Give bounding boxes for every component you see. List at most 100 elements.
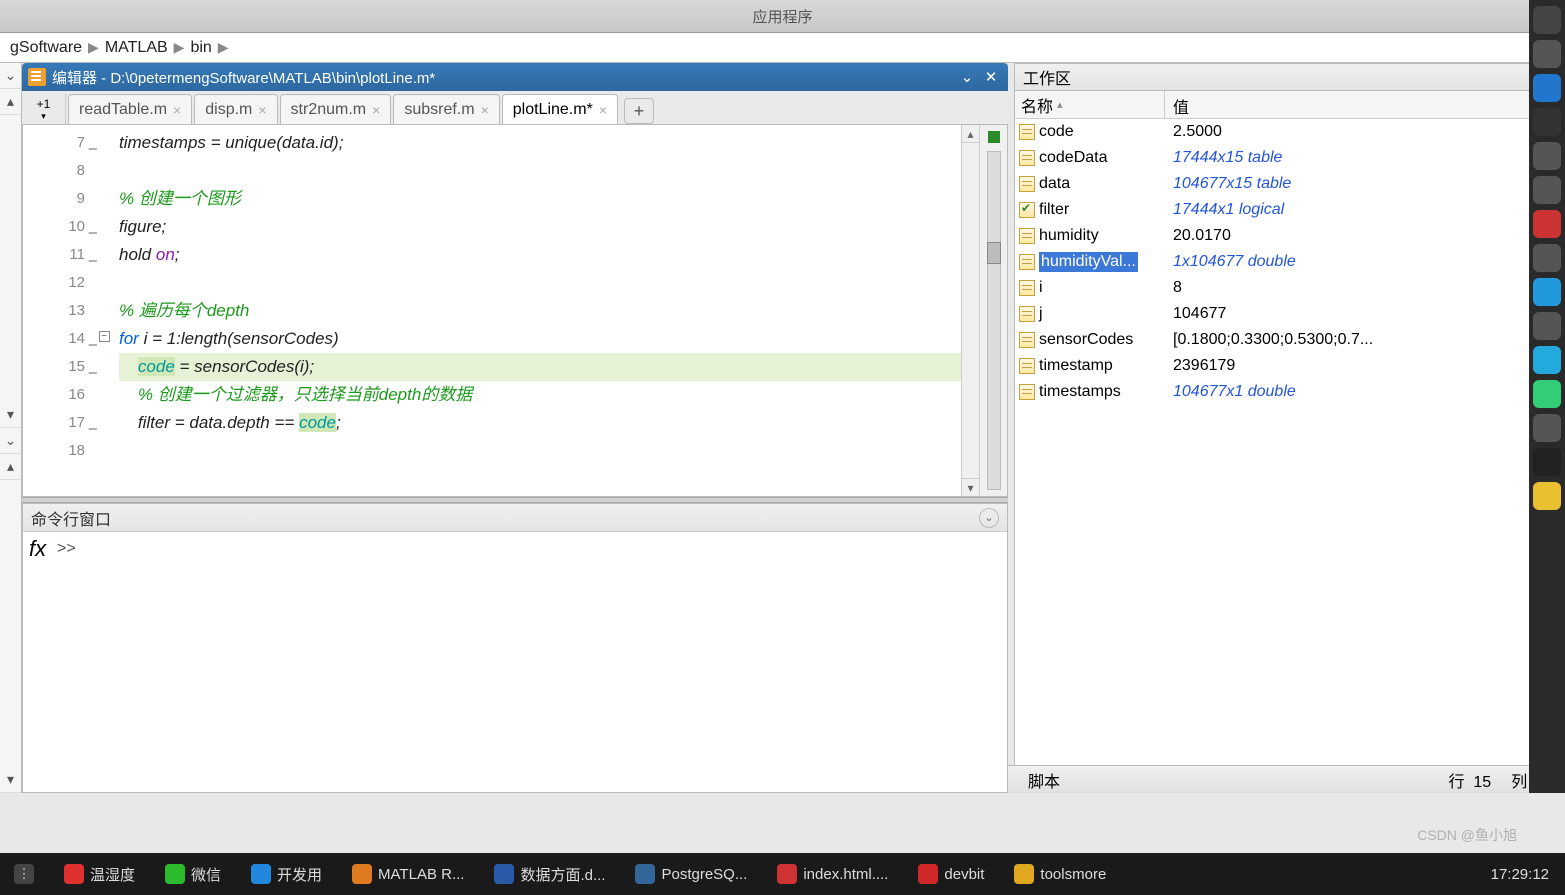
workspace-row[interactable]: code2.5000: [1015, 119, 1564, 145]
dock-app-icon[interactable]: [1533, 176, 1561, 204]
code-line[interactable]: % 创建一个图形: [119, 185, 961, 213]
breadcrumb-item[interactable]: MATLAB: [101, 39, 172, 57]
breadcrumb-item[interactable]: gSoftware: [6, 39, 86, 57]
dock-app-icon[interactable]: [1533, 414, 1561, 442]
dock-app-icon[interactable]: [1533, 108, 1561, 136]
scroll-down-icon[interactable]: ▾: [962, 478, 979, 496]
dropdown-icon[interactable]: ⌄: [956, 66, 978, 88]
code-line[interactable]: % 遍历每个depth: [119, 297, 961, 325]
spine-down-icon[interactable]: ▾: [0, 767, 21, 793]
close-icon[interactable]: ×: [173, 102, 181, 118]
spine-down-icon[interactable]: ▾: [0, 402, 21, 428]
spine-up-icon[interactable]: ▴: [0, 89, 21, 115]
code-line[interactable]: figure;: [119, 213, 961, 241]
workspace-row[interactable]: humidityVal...1x104677 double: [1015, 249, 1564, 275]
workspace-row[interactable]: filter17444x1 logical: [1015, 197, 1564, 223]
line-number: 7–: [23, 129, 85, 157]
taskbar-start[interactable]: ⋮: [4, 856, 44, 892]
taskbar-item[interactable]: toolsmore: [1004, 856, 1116, 892]
code-line[interactable]: [119, 157, 961, 185]
workspace-table[interactable]: 名称▴ 值 code2.5000codeData17444x15 tableda…: [1014, 91, 1565, 793]
code-line[interactable]: for i = 1:length(sensorCodes): [119, 325, 961, 353]
col-value[interactable]: 值: [1165, 91, 1564, 118]
taskbar-item[interactable]: 数据方面.d...: [484, 856, 615, 892]
dock-app-icon[interactable]: [1533, 346, 1561, 374]
bookmark-toggle[interactable]: +1 ▾: [22, 94, 66, 124]
workspace-row[interactable]: sensorCodes[0.1800;0.3300;0.5300;0.7...: [1015, 327, 1564, 353]
spine-dropdown-icon[interactable]: ⌄: [0, 428, 21, 454]
dock-app-icon[interactable]: [1533, 380, 1561, 408]
taskbar[interactable]: ⋮ 温湿度微信开发用 MATLAB R... 数据方面.d... PostgreSQ.…: [0, 853, 1565, 895]
variable-value: 8: [1165, 279, 1564, 297]
spine-dropdown-icon[interactable]: ⌄: [0, 63, 21, 89]
code-line[interactable]: filter = data.depth == code;: [119, 409, 961, 437]
scroll-up-icon[interactable]: ▴: [962, 125, 979, 143]
code-line[interactable]: code = sensorCodes(i);: [119, 353, 961, 381]
workspace-table-header[interactable]: 名称▴ 值: [1015, 91, 1564, 119]
close-icon[interactable]: ×: [258, 102, 266, 118]
variable-icon: [1019, 306, 1035, 322]
workspace-row[interactable]: i8: [1015, 275, 1564, 301]
editor-tab[interactable]: plotLine.m*×: [502, 94, 618, 124]
dropdown-icon[interactable]: ⌄: [979, 508, 999, 528]
code-line[interactable]: timestamps = unique(data.id);: [119, 129, 961, 157]
editor-icon: [28, 68, 46, 86]
close-icon[interactable]: ×: [599, 102, 607, 118]
minimap-thumb[interactable]: [987, 242, 1001, 264]
taskbar-item[interactable]: MATLAB R...: [342, 856, 474, 892]
command-prompt[interactable]: >>: [53, 532, 1007, 792]
code-line[interactable]: [119, 437, 961, 465]
code-area[interactable]: timestamps = unique(data.id); % 创建一个图形fig…: [115, 125, 961, 496]
code-minimap[interactable]: [979, 125, 1007, 496]
dock-app-icon[interactable]: [1533, 6, 1561, 34]
editor-tab[interactable]: subsref.m×: [393, 94, 499, 124]
close-icon[interactable]: ×: [481, 102, 489, 118]
taskbar-item[interactable]: 微信: [155, 856, 231, 892]
spine-up-icon[interactable]: ▴: [0, 454, 21, 480]
right-dock[interactable]: [1529, 0, 1565, 793]
command-window-header[interactable]: 命令行窗口 ⌄: [23, 504, 1007, 532]
dock-app-icon[interactable]: [1533, 482, 1561, 510]
code-line[interactable]: [119, 269, 961, 297]
editor-tab[interactable]: readTable.m×: [68, 94, 192, 124]
col-name[interactable]: 名称▴: [1015, 91, 1165, 118]
taskbar-item[interactable]: devbit: [908, 856, 994, 892]
close-icon[interactable]: ✕: [980, 66, 1002, 88]
close-icon[interactable]: ×: [372, 102, 380, 118]
dock-app-icon[interactable]: [1533, 210, 1561, 238]
variable-name: timestamp: [1039, 357, 1113, 375]
editor-titlebar[interactable]: 编辑器 - D:\0petermengSoftware\MATLAB\bin\p…: [22, 63, 1008, 91]
editor-tab[interactable]: disp.m×: [194, 94, 277, 124]
taskbar-item[interactable]: PostgreSQ...: [625, 856, 757, 892]
dock-app-icon[interactable]: [1533, 244, 1561, 272]
fold-toggle-icon[interactable]: −: [99, 331, 110, 342]
dock-app-icon[interactable]: [1533, 278, 1561, 306]
variable-name: sensorCodes: [1039, 331, 1133, 349]
dock-app-icon[interactable]: [1533, 40, 1561, 68]
workspace-row[interactable]: data104677x15 table: [1015, 171, 1564, 197]
line-number: 18: [23, 437, 85, 465]
workspace-row[interactable]: timestamp2396179: [1015, 353, 1564, 379]
breadcrumb-item[interactable]: bin: [186, 39, 215, 57]
dock-app-icon[interactable]: [1533, 142, 1561, 170]
workspace-row[interactable]: humidity20.0170: [1015, 223, 1564, 249]
dock-app-icon[interactable]: [1533, 312, 1561, 340]
code-line[interactable]: % 创建一个过滤器，只选择当前depth的数据: [119, 381, 961, 409]
taskbar-item[interactable]: index.html....: [767, 856, 898, 892]
taskbar-item[interactable]: 开发用: [241, 856, 332, 892]
new-tab-button[interactable]: +: [624, 98, 654, 124]
editor-tab[interactable]: str2num.m×: [280, 94, 392, 124]
fx-icon[interactable]: fx: [23, 532, 53, 792]
dock-app-icon[interactable]: [1533, 74, 1561, 102]
variable-name: j: [1039, 305, 1043, 323]
workspace-row[interactable]: codeData17444x15 table: [1015, 145, 1564, 171]
workspace-row[interactable]: j104677: [1015, 301, 1564, 327]
taskbar-item[interactable]: 温湿度: [54, 856, 145, 892]
address-bar[interactable]: gSoftware ▶ MATLAB ▶ bin ▶ ▾: [0, 33, 1565, 63]
workspace-row[interactable]: timestamps104677x1 double: [1015, 379, 1564, 405]
code-line[interactable]: hold on;: [119, 241, 961, 269]
editor-scrollbar[interactable]: ▴ ▾: [961, 125, 979, 496]
workspace-header[interactable]: 工作区 ⌄: [1014, 63, 1565, 91]
dock-app-icon[interactable]: [1533, 448, 1561, 476]
code-editor[interactable]: 7–8910–11–121314–15–1617–18 − timestamps…: [22, 125, 1008, 497]
